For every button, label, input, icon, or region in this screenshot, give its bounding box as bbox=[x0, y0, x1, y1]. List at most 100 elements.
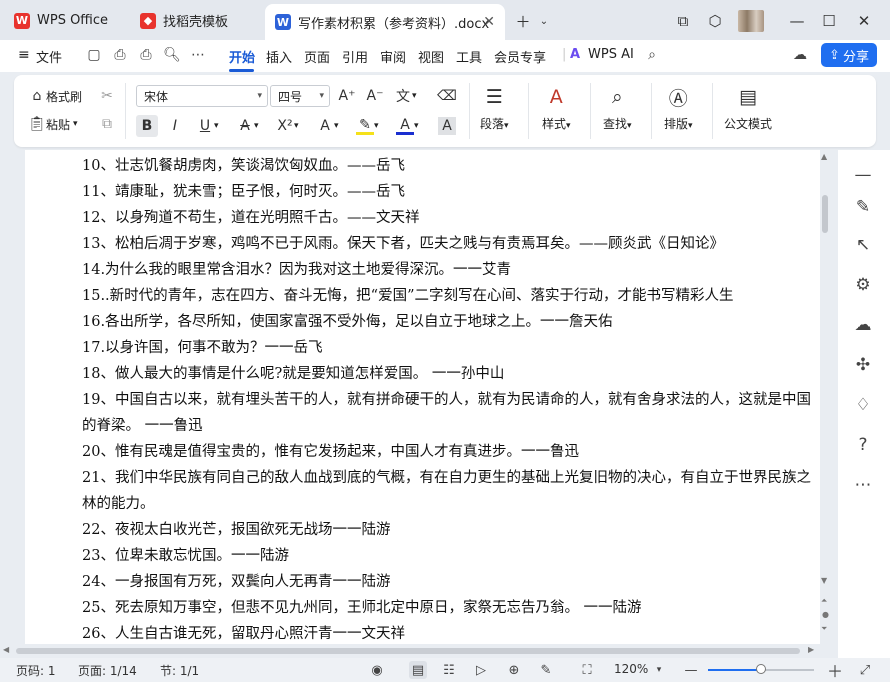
section-indicator[interactable]: 节: 1/1 bbox=[160, 662, 199, 679]
menu-view[interactable]: 视图 bbox=[418, 47, 444, 66]
avatar[interactable] bbox=[737, 10, 765, 32]
menu-reference[interactable]: 引用 bbox=[342, 47, 368, 66]
print-preview-icon[interactable]: 🔍︎ bbox=[162, 45, 182, 65]
find-label: 查找 bbox=[603, 117, 628, 131]
char-shading-button[interactable]: A bbox=[438, 117, 456, 135]
prev-page-icon[interactable]: ⏶ bbox=[821, 596, 827, 606]
zoom-out-icon[interactable]: — bbox=[682, 661, 700, 679]
grow-font-button[interactable]: A⁺ bbox=[338, 87, 356, 105]
superscript-button[interactable]: X² ▾ bbox=[276, 117, 298, 135]
document-page[interactable]: 10、壮志饥餐胡虏肉，笑谈渴饮匈奴血。——岳飞 11、靖康耻，犹未雪；臣子恨，何… bbox=[25, 150, 820, 646]
shirt-icon[interactable]: ♢ bbox=[850, 392, 876, 418]
hamburger-icon[interactable]: ≡ bbox=[18, 47, 30, 63]
chevron-down-icon[interactable]: ▾ bbox=[650, 661, 668, 679]
tab-daoke-templates[interactable]: ◆ 找稻壳模板 bbox=[130, 5, 260, 36]
more-icon[interactable]: ⋯ bbox=[850, 472, 876, 498]
play-icon[interactable]: ▷ bbox=[472, 661, 490, 679]
scroll-up-icon[interactable]: ▲ bbox=[821, 152, 827, 161]
window-switch-icon[interactable]: ⧉ bbox=[672, 10, 694, 32]
tab-wps-office[interactable]: W WPS Office bbox=[4, 5, 124, 36]
format-painter-button[interactable]: ⌂ 格式刷 bbox=[28, 87, 82, 105]
zoom-level[interactable]: 120% bbox=[614, 662, 648, 676]
paragraph: 19、中国自古以来，就有埋头苦干的人，就有拼命硬干的人，就有为民请命的人，就有舍… bbox=[82, 392, 811, 408]
maximize-icon[interactable]: ☐ bbox=[818, 10, 840, 32]
scroll-down-icon[interactable]: ▼ bbox=[821, 576, 827, 585]
menu-tools[interactable]: 工具 bbox=[456, 47, 482, 66]
page-count[interactable]: 页面: 1/14 bbox=[78, 662, 137, 679]
help-icon[interactable]: ? bbox=[850, 432, 876, 458]
menu-review[interactable]: 审阅 bbox=[380, 47, 406, 66]
pointer-icon[interactable]: ↖ bbox=[850, 232, 876, 258]
italic-button[interactable]: I bbox=[166, 117, 184, 135]
zoom-slider-handle[interactable] bbox=[756, 664, 766, 674]
sliders-icon[interactable]: ⚙ bbox=[850, 272, 876, 298]
menu-file[interactable]: 文件 bbox=[36, 47, 62, 66]
strikethrough-button[interactable]: A ▾ bbox=[236, 117, 258, 135]
collapse-icon[interactable]: — bbox=[850, 162, 876, 188]
chevron-down-icon[interactable]: ⌄ bbox=[533, 10, 555, 32]
font-name-select[interactable]: 宋体 ▾ bbox=[136, 85, 268, 107]
scroll-left-icon[interactable]: ◀ bbox=[3, 645, 9, 654]
save-icon[interactable]: ▢ bbox=[84, 45, 104, 65]
zoom-in-icon[interactable]: ＋ bbox=[826, 661, 844, 681]
brain-icon[interactable]: ☁ bbox=[850, 312, 876, 338]
fit-page-icon[interactable]: ⛶ bbox=[578, 661, 596, 679]
menu-wps-ai[interactable]: WPS AI bbox=[588, 47, 634, 62]
tab-document[interactable]: W 写作素材积累（参考资料）.docx ✕ bbox=[265, 4, 505, 40]
share-button[interactable]: ⇪ 分享 bbox=[821, 43, 877, 67]
pinyin-button[interactable]: 文 ▾ bbox=[394, 87, 417, 105]
layout-icon: Ⓐ bbox=[668, 87, 688, 110]
chevron-down-icon: ▾ bbox=[374, 121, 379, 131]
close-tab-icon[interactable]: ✕ bbox=[483, 14, 495, 30]
scrollbar-thumb[interactable] bbox=[822, 195, 828, 233]
official-doc-mode-button[interactable]: ▤ 公文模式 bbox=[724, 83, 772, 132]
menu-member[interactable]: 会员专享 bbox=[494, 47, 546, 66]
cube-icon[interactable]: ⬡ bbox=[704, 10, 726, 32]
more-icon[interactable]: ⋯ bbox=[188, 45, 208, 65]
paragraph: 林的能力。 bbox=[82, 496, 155, 512]
scrollbar-thumb[interactable] bbox=[16, 648, 800, 654]
eye-icon[interactable]: ◉ bbox=[368, 661, 386, 679]
shrink-font-button[interactable]: A⁻ bbox=[366, 87, 384, 105]
menu-insert[interactable]: 插入 bbox=[266, 47, 292, 66]
style-button[interactable]: A 样式▾ bbox=[542, 83, 571, 132]
close-window-icon[interactable]: ✕ bbox=[853, 10, 875, 32]
browse-object-icon[interactable]: ● bbox=[822, 610, 829, 619]
underline-button[interactable]: U ▾ bbox=[196, 117, 219, 135]
fullscreen-icon[interactable]: ⤢ bbox=[856, 661, 874, 679]
text-effect-button[interactable]: A ▾ bbox=[316, 117, 338, 135]
outline-view-icon[interactable]: ☷ bbox=[440, 661, 458, 679]
paste-button[interactable]: 📋︎ 粘贴 ▾ bbox=[28, 115, 77, 133]
horizontal-scrollbar[interactable]: ◀ ▶ bbox=[0, 644, 838, 658]
paragraph-button[interactable]: ☰ 段落▾ bbox=[480, 83, 509, 132]
tools-icon[interactable]: ✣ bbox=[850, 352, 876, 378]
menu-start[interactable]: 开始 bbox=[229, 47, 255, 66]
cloud-sync-icon[interactable]: ☁ bbox=[790, 45, 810, 65]
chevron-down-icon: ▾ bbox=[412, 91, 417, 101]
scroll-right-icon[interactable]: ▶ bbox=[808, 645, 814, 654]
copy-button[interactable]: ⧉ bbox=[98, 115, 116, 133]
highlight-button[interactable]: ✎ ▾ bbox=[356, 117, 379, 135]
search-icon[interactable]: ⌕ bbox=[642, 45, 662, 65]
page-number[interactable]: 页码: 1 bbox=[16, 662, 56, 679]
edit-pen-icon[interactable]: ✎ bbox=[537, 661, 555, 679]
print-icon[interactable]: ⎙ bbox=[136, 45, 156, 65]
menu-page[interactable]: 页面 bbox=[304, 47, 330, 66]
layout-button[interactable]: Ⓐ 排版▾ bbox=[664, 83, 693, 132]
web-view-icon[interactable]: ⊕ bbox=[505, 661, 523, 679]
bold-button[interactable]: B bbox=[136, 115, 158, 137]
clear-format-button[interactable]: ⌫ bbox=[437, 87, 457, 105]
font-size-select[interactable]: 四号 ▾ bbox=[270, 85, 330, 107]
document-body[interactable]: 10、壮志饥餐胡虏肉，笑谈渴饮匈奴血。——岳飞 11、靖康耻，犹未雪；臣子恨，何… bbox=[82, 153, 820, 646]
paragraph: 22、夜视太白收光芒，报国欲死无战场一一陆游 bbox=[82, 522, 391, 538]
next-page-icon[interactable]: ⏷ bbox=[821, 624, 827, 634]
cut-button[interactable]: ✂ bbox=[98, 87, 116, 105]
font-color-button[interactable]: A ▾ bbox=[396, 117, 419, 135]
minimize-icon[interactable]: — bbox=[786, 10, 808, 32]
new-tab-icon[interactable]: ＋ bbox=[512, 10, 534, 32]
page-view-icon[interactable]: ▤ bbox=[409, 661, 427, 679]
vertical-scrollbar[interactable]: ▲ ▼ ⏶ ● ⏷ bbox=[818, 150, 832, 644]
pen-icon[interactable]: ✎ bbox=[850, 194, 876, 220]
export-icon[interactable]: ⎙ bbox=[110, 45, 130, 65]
find-button[interactable]: ⌕ 查找▾ bbox=[603, 83, 632, 132]
